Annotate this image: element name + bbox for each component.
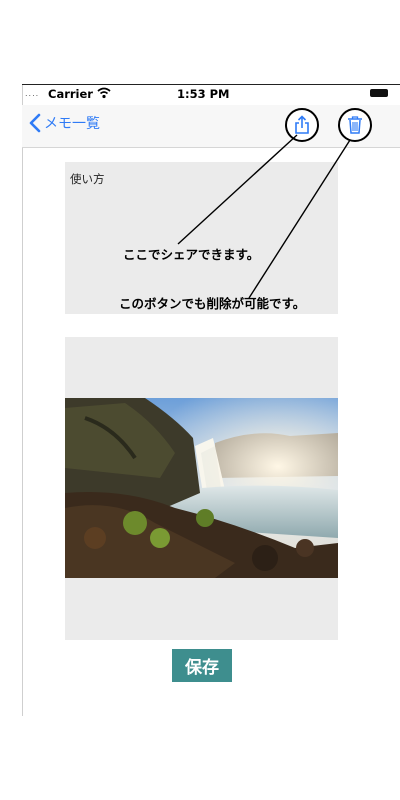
battery-icon — [370, 89, 388, 97]
signal-icon: .... — [25, 89, 40, 98]
delete-button[interactable] — [338, 108, 372, 142]
share-annotation: ここでシェアできます。 — [123, 247, 260, 262]
time-label: 1:53 PM — [177, 87, 230, 101]
screen-top-border — [22, 84, 400, 85]
share-button[interactable] — [285, 108, 319, 142]
back-button-label: メモ一覧 — [44, 116, 100, 132]
memo-text: 使い方 — [70, 172, 105, 186]
back-button[interactable]: メモ一覧 — [28, 113, 100, 133]
save-button[interactable]: 保存 — [172, 649, 232, 682]
trash-icon — [348, 116, 362, 134]
chevron-left-icon — [29, 113, 41, 133]
delete-annotation: このボタンでも削除が可能です。 — [119, 296, 306, 311]
waterfall-landscape-image — [65, 398, 338, 578]
carrier-label: Carrier — [48, 87, 93, 101]
image-container[interactable] — [65, 337, 338, 640]
wifi-icon — [97, 87, 111, 102]
status-bar: .... Carrier 1:53 PM — [22, 86, 400, 104]
navigation-bar: メモ一覧 — [22, 105, 400, 148]
memo-text-area[interactable]: 使い方 — [65, 162, 338, 314]
share-icon — [295, 115, 309, 134]
